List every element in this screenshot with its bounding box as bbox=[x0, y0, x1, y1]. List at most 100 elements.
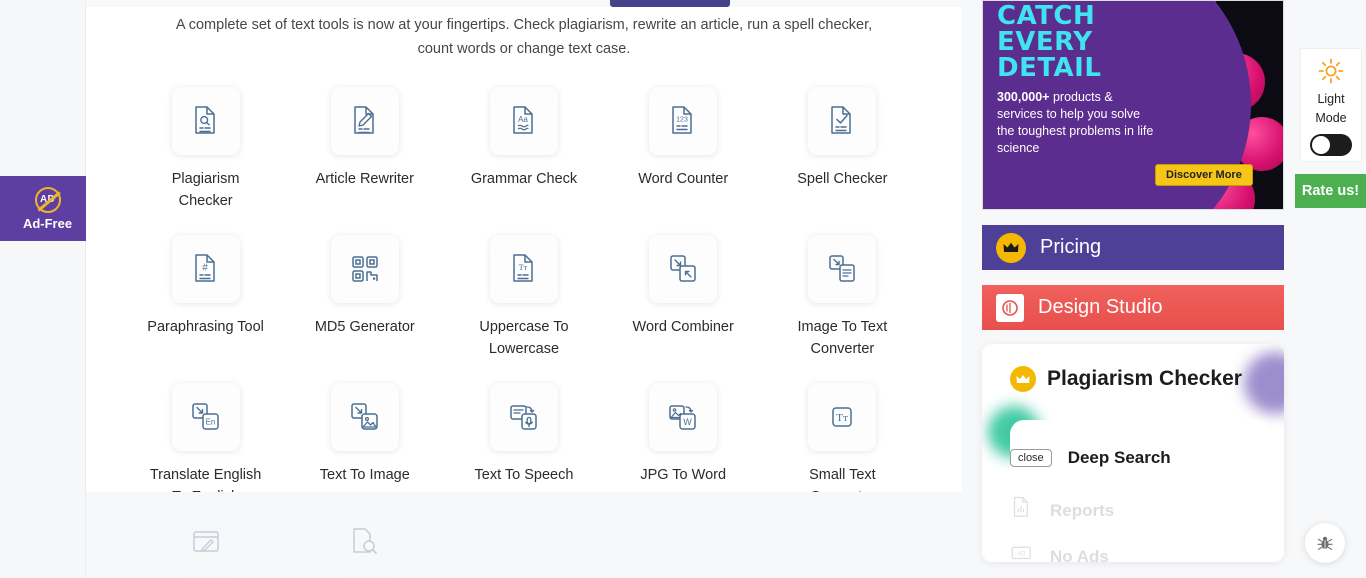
advertisement-banner[interactable]: CATCH EVERY DETAIL 300,000+ products & s… bbox=[982, 0, 1284, 210]
document-hash-icon: # bbox=[171, 235, 240, 303]
no-ads-icon: AD bbox=[1010, 542, 1034, 562]
tool-card[interactable]: Tᴛ Uppercase To Lowercase bbox=[444, 235, 603, 360]
sun-icon bbox=[1318, 58, 1344, 89]
tool-card[interactable]: Text To Image bbox=[285, 383, 444, 508]
tool-card[interactable]: # Paraphrasing Tool bbox=[126, 235, 285, 360]
tool-card[interactable]: Spell Checker bbox=[763, 87, 922, 212]
close-button[interactable]: close bbox=[1010, 449, 1052, 467]
ad-body-strong: 300,000+ bbox=[997, 90, 1050, 104]
no-ad-circle-icon: AD bbox=[34, 186, 61, 213]
bug-icon[interactable] bbox=[1305, 523, 1345, 563]
intro-line-2: count words or change text case. bbox=[417, 41, 631, 57]
svg-text:W: W bbox=[683, 417, 692, 427]
intro-text: A complete set of text tools is now at y… bbox=[86, 7, 962, 61]
dimmed-feature-label: No Ads bbox=[1050, 546, 1109, 563]
crown-icon bbox=[1010, 366, 1036, 392]
small-text-tt-icon: Tᴛ bbox=[808, 383, 877, 451]
ad-free-label: Ad-Free bbox=[22, 215, 73, 231]
ad-free-button[interactable]: AD Ad-Free bbox=[0, 176, 95, 241]
tool-card[interactable]: Article Rewriter bbox=[285, 87, 444, 212]
report-document-icon bbox=[1010, 496, 1034, 525]
plagiarism-card-header: Plagiarism Checker bbox=[982, 344, 1284, 392]
tool-card[interactable]: MD5 Generator bbox=[285, 235, 444, 360]
tool-label: Text To Speech bbox=[474, 467, 574, 483]
deep-search-label: Deep Search bbox=[1067, 448, 1171, 467]
top-nav-indicator bbox=[610, 0, 730, 7]
svg-text:Aa: Aa bbox=[518, 115, 528, 124]
svg-text:En: En bbox=[205, 418, 215, 427]
svg-text:#: # bbox=[202, 263, 208, 274]
light-mode-toggle[interactable] bbox=[1310, 134, 1352, 156]
text-to-image-icon bbox=[330, 383, 399, 451]
tool-label: Article Rewriter bbox=[315, 171, 414, 187]
tool-label: Spell Checker bbox=[797, 171, 888, 187]
tools-grid: Plagiarism Checker Article Rewriter Aa Gr… bbox=[86, 87, 962, 508]
document-aa-icon: Aa bbox=[489, 87, 558, 155]
svg-text:Tᴛ: Tᴛ bbox=[837, 412, 849, 424]
document-check-icon bbox=[808, 87, 877, 155]
qr-code-icon bbox=[330, 235, 399, 303]
document-pencil-icon bbox=[330, 87, 399, 155]
tool-label: Word Combiner bbox=[632, 319, 734, 335]
right-sidebar: CATCH EVERY DETAIL 300,000+ products & s… bbox=[982, 0, 1284, 562]
tool-label: Uppercase To Lowercase bbox=[479, 319, 569, 357]
two-pages-arrows-icon bbox=[649, 235, 718, 303]
plagiarism-checker-card[interactable]: Plagiarism Checker close Deep Search Rep… bbox=[982, 344, 1284, 562]
tool-label: Text To Image bbox=[319, 467, 410, 483]
dimmed-feature-row: Reports bbox=[1010, 496, 1114, 525]
tool-label: Word Counter bbox=[638, 171, 729, 187]
ad-body-text: 300,000+ products & services to help you… bbox=[997, 89, 1157, 157]
tool-card[interactable] bbox=[285, 492, 444, 578]
document-magnifier-icon bbox=[330, 508, 399, 576]
tool-label: Grammar Check bbox=[470, 171, 578, 187]
tool-card[interactable]: EnTranslate English To English bbox=[126, 383, 285, 508]
ad-cta-button[interactable]: Discover More bbox=[1155, 164, 1253, 186]
left-gutter bbox=[0, 0, 86, 578]
light-mode-control[interactable]: Light Mode bbox=[1300, 48, 1362, 162]
tool-card[interactable]: Text To Speech bbox=[444, 383, 603, 508]
pricing-label: Pricing bbox=[1040, 236, 1102, 258]
tool-card[interactable]: 123 Word Counter bbox=[604, 87, 763, 212]
tool-card[interactable]: Aa Grammar Check bbox=[444, 87, 603, 212]
svg-text:123: 123 bbox=[676, 117, 688, 124]
tool-card[interactable]: Image To Text Converter bbox=[763, 235, 922, 360]
document-tt-icon: Tᴛ bbox=[489, 235, 558, 303]
image-to-text-icon bbox=[808, 235, 877, 303]
tool-card[interactable]: Plagiarism Checker bbox=[126, 87, 285, 212]
sidebar-item-design-studio[interactable]: Design Studio bbox=[982, 285, 1284, 330]
svg-text:Tᴛ: Tᴛ bbox=[519, 263, 528, 272]
text-to-speech-icon bbox=[489, 383, 558, 451]
tool-label: Paraphrasing Tool bbox=[147, 319, 264, 335]
ad-headline-line-1: CATCH bbox=[997, 1, 1096, 31]
tool-card[interactable]: W JPG To Word bbox=[604, 383, 763, 508]
ad-badge-text: AD bbox=[39, 194, 56, 205]
design-studio-logo-icon bbox=[996, 293, 1024, 322]
tool-card[interactable]: Word Combiner bbox=[604, 235, 763, 360]
ad-headline: CATCH EVERY DETAIL bbox=[997, 3, 1177, 81]
ad-headline-line-3: DETAIL bbox=[997, 53, 1102, 83]
tools-grid-next-row-partial bbox=[86, 492, 962, 578]
intro-line-1: A complete set of text tools is now at y… bbox=[175, 17, 873, 33]
tool-card[interactable]: TᴛSmall Text Generator bbox=[763, 383, 922, 508]
translate-en-icon: En bbox=[171, 383, 240, 451]
svg-text:AD: AD bbox=[1017, 552, 1026, 558]
design-studio-label: Design Studio bbox=[1038, 296, 1163, 318]
dimmed-feature-list: Reports AD No Ads bbox=[1010, 496, 1114, 562]
tool-label: Plagiarism Checker bbox=[171, 171, 240, 209]
light-mode-line-1: Light bbox=[1317, 92, 1345, 106]
dimmed-feature-row: AD No Ads bbox=[1010, 542, 1114, 562]
tool-label: JPG To Word bbox=[640, 467, 727, 483]
crown-icon bbox=[996, 232, 1026, 263]
tool-card[interactable] bbox=[126, 492, 285, 578]
sidebar-item-pricing[interactable]: Pricing bbox=[982, 225, 1284, 270]
jpg-to-word-icon: W bbox=[649, 383, 718, 451]
document-search-icon bbox=[171, 87, 240, 155]
tool-label: Image To Text Converter bbox=[797, 319, 888, 357]
ad-headline-line-2: EVERY bbox=[997, 27, 1093, 57]
browser-pencil-icon bbox=[171, 508, 240, 576]
rate-us-button[interactable]: Rate us! bbox=[1295, 174, 1366, 208]
dimmed-feature-label: Reports bbox=[1050, 500, 1115, 520]
deep-search-row: close Deep Search bbox=[1010, 420, 1270, 468]
light-mode-line-2: Mode bbox=[1315, 111, 1347, 125]
main-content: A complete set of text tools is now at y… bbox=[86, 7, 962, 505]
